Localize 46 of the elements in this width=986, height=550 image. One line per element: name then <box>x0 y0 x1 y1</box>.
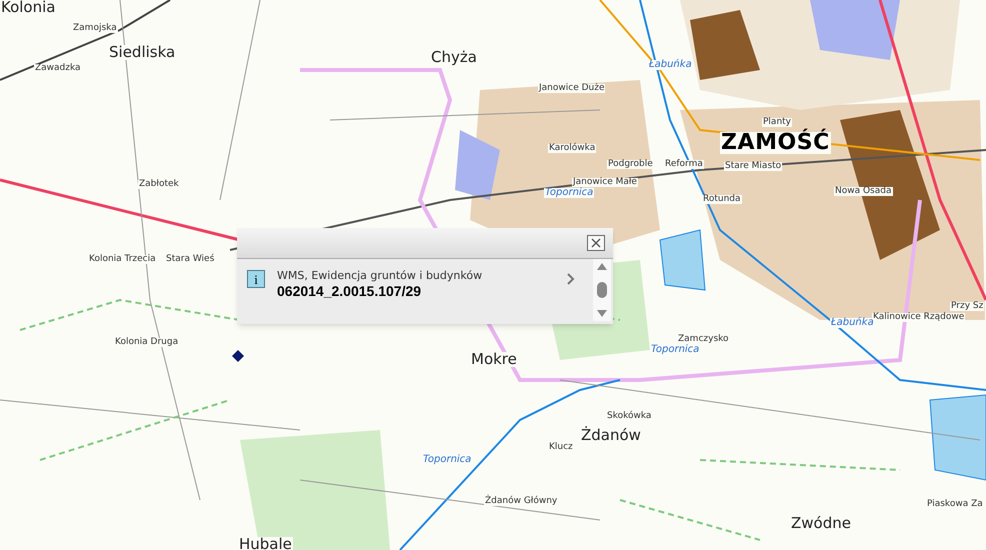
place-label: Żdanów <box>580 428 642 443</box>
place-label: Zamojska <box>72 24 118 33</box>
place-label: Hubale <box>238 537 293 550</box>
place-label: Zabłotek <box>138 180 180 189</box>
river-label: Topornica <box>422 455 472 465</box>
place-label: Podgroble <box>607 160 654 169</box>
place-label: Klucz <box>548 443 574 452</box>
place-label: Kolonia Trzecia <box>88 255 157 264</box>
place-label: Siedliska <box>108 45 176 60</box>
info-icon: i <box>247 270 265 288</box>
place-label: Rotunda <box>702 195 742 204</box>
place-label: Zwódne <box>790 516 852 531</box>
river-label: Topornica <box>650 345 700 355</box>
place-label: Zawadzka <box>34 64 82 73</box>
layer-name: WMS, Ewidencja gruntów i budynków <box>277 269 484 283</box>
place-label: Skokówka <box>606 412 652 421</box>
place-label: Zamczysko <box>677 335 730 344</box>
river-label: Topornica <box>544 188 594 198</box>
close-button[interactable] <box>587 235 605 251</box>
place-label: Stara Wieś <box>165 255 216 264</box>
place-label: Chyża <box>430 50 478 65</box>
next-button[interactable] <box>567 273 575 285</box>
scroll-up-icon <box>597 263 607 270</box>
place-label: Żdanów Główny <box>484 497 558 506</box>
river-label: Łabuńka <box>648 60 693 70</box>
chevron-right-icon <box>567 273 575 285</box>
place-label: Kolonia Druga <box>114 338 180 347</box>
close-icon <box>591 238 601 248</box>
place-label: Piaskowa Za <box>926 500 984 509</box>
place-label: Janowice Duże <box>538 84 606 93</box>
place-label: Kolonia <box>0 0 56 15</box>
scroll-thumb[interactable] <box>597 282 607 298</box>
place-label: Nowa Osada <box>834 187 892 196</box>
place-label: Stare Miasto <box>724 162 782 171</box>
place-label: Planty <box>762 118 792 127</box>
scrollbar[interactable] <box>593 259 611 321</box>
scroll-down-icon <box>597 310 607 317</box>
place-label: Karolówka <box>548 144 596 153</box>
place-label: Janowice Małe <box>572 178 638 187</box>
place-label: Kalinowice Rządowe <box>872 313 966 322</box>
parcel-id: 062014_2.0015.107/29 <box>277 282 422 300</box>
place-label: Przy Sz <box>950 302 984 311</box>
place-label: Reforma <box>664 160 704 169</box>
place-label: Mokre <box>470 352 518 367</box>
map-marker-icon <box>232 350 244 362</box>
river-label: Łabuńka <box>830 318 875 328</box>
